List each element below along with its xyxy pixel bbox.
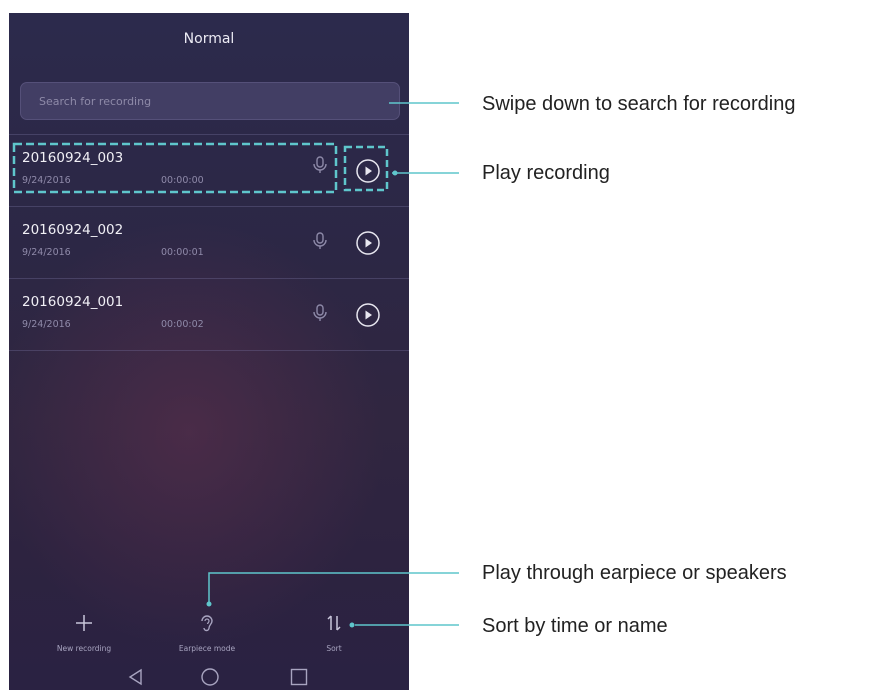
recording-row-2[interactable]: 20160924_002 9/24/2016 00:00:01 bbox=[9, 207, 409, 278]
divider bbox=[9, 350, 409, 351]
sort-button[interactable]: Sort bbox=[284, 603, 384, 655]
recording-row-1[interactable]: 20160924_003 9/24/2016 00:00:00 bbox=[9, 135, 409, 206]
swipe-annotation: Swipe down to search for recording bbox=[482, 93, 796, 115]
navigation-bar bbox=[9, 663, 409, 690]
app-header: Normal bbox=[9, 13, 409, 71]
earpiece-mode-label: Earpiece mode bbox=[178, 644, 236, 653]
page-title: Normal bbox=[183, 31, 235, 47]
recording-name: 20160924_003 bbox=[22, 150, 124, 166]
recording-date: 9/24/2016 bbox=[22, 175, 71, 186]
plus-icon bbox=[76, 615, 92, 631]
recording-duration: 00:00:02 bbox=[161, 319, 204, 330]
play-annotation: Play recording bbox=[482, 162, 610, 184]
ear-icon bbox=[201, 615, 213, 632]
microphone-icon bbox=[313, 156, 327, 173]
recording-date: 9/24/2016 bbox=[22, 319, 71, 330]
earpiece-annotation: Play through earpiece or speakers bbox=[482, 562, 787, 584]
phone-screen: Normal 20160924_003 9/24/2016 00:00:00 2… bbox=[9, 13, 409, 690]
sort-annotation: Sort by time or name bbox=[482, 615, 668, 637]
recording-row-3[interactable]: 20160924_001 9/24/2016 00:00:02 bbox=[9, 279, 409, 350]
home-icon[interactable] bbox=[199, 666, 221, 688]
new-recording-button[interactable]: New recording bbox=[34, 603, 134, 655]
back-icon[interactable] bbox=[125, 666, 147, 688]
recents-icon[interactable] bbox=[288, 666, 310, 688]
recording-date: 9/24/2016 bbox=[22, 247, 71, 258]
microphone-icon bbox=[313, 232, 327, 249]
sort-label: Sort bbox=[326, 644, 342, 653]
search-bar[interactable] bbox=[20, 82, 400, 120]
search-input[interactable] bbox=[39, 83, 369, 119]
sort-icon bbox=[327, 615, 341, 631]
recording-name: 20160924_001 bbox=[22, 294, 124, 310]
microphone-icon bbox=[313, 304, 327, 321]
play-icon[interactable] bbox=[354, 229, 382, 257]
new-recording-label: New recording bbox=[56, 644, 112, 653]
recording-duration: 00:00:01 bbox=[161, 247, 204, 258]
earpiece-mode-button[interactable]: Earpiece mode bbox=[157, 603, 257, 655]
play-icon[interactable] bbox=[354, 157, 382, 185]
play-icon[interactable] bbox=[354, 301, 382, 329]
recording-duration: 00:00:00 bbox=[161, 175, 204, 186]
recording-name: 20160924_002 bbox=[22, 222, 124, 238]
